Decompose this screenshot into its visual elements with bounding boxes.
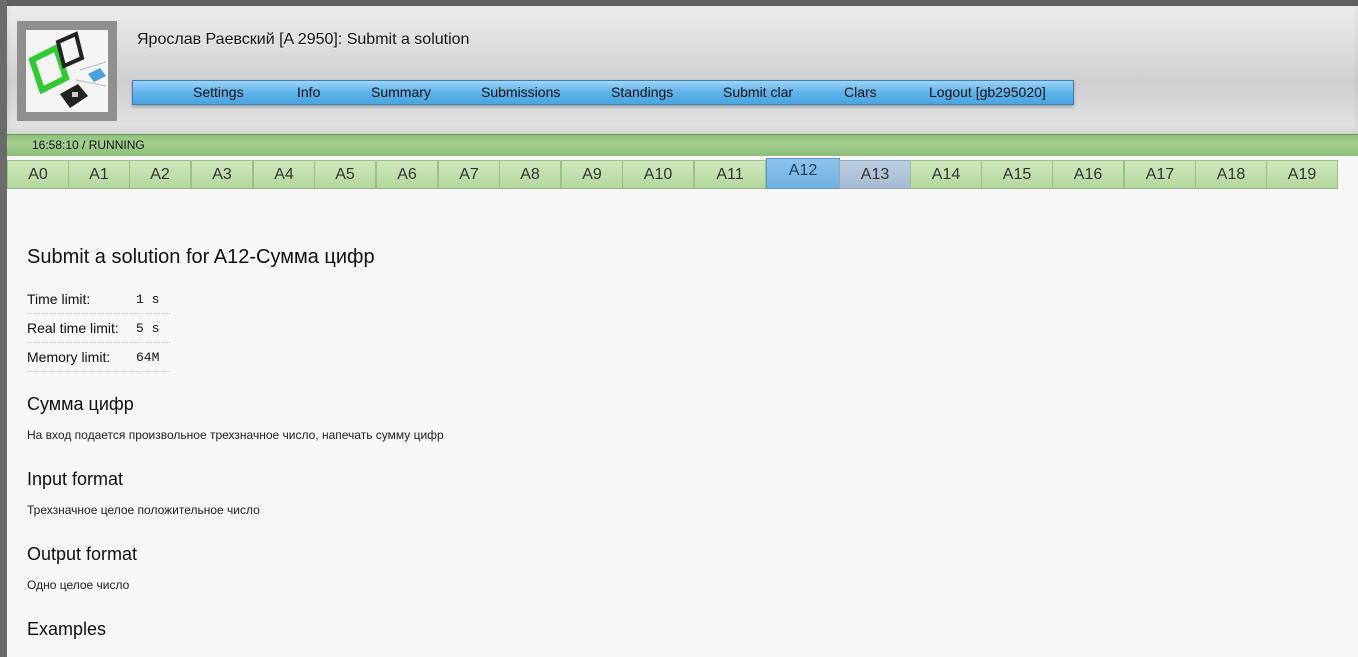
tab-a10[interactable]: A10 [622, 160, 694, 189]
examples-heading: Examples [27, 619, 107, 639]
output-format-text: Одно целое число [27, 578, 130, 592]
tab-a8[interactable]: A8 [499, 160, 561, 189]
tab-a14[interactable]: A14 [910, 160, 982, 189]
tab-a3[interactable]: A3 [191, 160, 253, 189]
ejudge-logo-icon [17, 21, 117, 121]
tab-a17[interactable]: A17 [1124, 160, 1196, 189]
menu-logout[interactable]: Logout [gb295020] [929, 84, 1046, 100]
window-left-border [0, 0, 7, 657]
menu-info[interactable]: Info [297, 84, 320, 100]
problem-tabs: A0 A1 A2 A3 A4 A5 A6 A7 A8 A9 A10 A11 A1… [7, 158, 1358, 190]
limit-label: Real time limit: [27, 313, 136, 343]
limits-table: Time limit: 1 s Real time limit: 5 s Mem… [27, 285, 170, 372]
menu-submit-clar[interactable]: Submit clar [723, 84, 793, 100]
limit-value: 1 s [136, 285, 170, 314]
tab-a13[interactable]: A13 [839, 160, 911, 189]
status-bar: 16:58:10 / RUNNING [7, 134, 1358, 156]
tab-a15[interactable]: A15 [981, 160, 1053, 189]
tab-a19[interactable]: A19 [1266, 160, 1338, 189]
menu-standings[interactable]: Standings [611, 84, 673, 100]
menu-clars[interactable]: Clars [844, 84, 877, 100]
menu-settings[interactable]: Settings [193, 84, 244, 100]
menu-summary[interactable]: Summary [371, 84, 431, 100]
output-format-heading: Output format [27, 544, 138, 564]
tab-a7[interactable]: A7 [438, 160, 500, 189]
limit-row: Real time limit: 5 s [27, 313, 170, 343]
limit-value: 5 s [136, 313, 170, 343]
tab-a16[interactable]: A16 [1052, 160, 1124, 189]
tab-a6[interactable]: A6 [376, 160, 438, 189]
limit-label: Memory limit: [27, 342, 136, 372]
tab-a11[interactable]: A11 [694, 160, 766, 189]
limit-row: Memory limit: 64M [27, 342, 170, 372]
tab-a4[interactable]: A4 [253, 160, 315, 189]
page-title: Ярослав Раевский [A 2950]: Submit a solu… [137, 31, 470, 48]
limit-label: Time limit: [27, 285, 136, 314]
input-format-heading: Input format [27, 469, 124, 489]
tab-a1[interactable]: A1 [68, 160, 130, 189]
tab-a18[interactable]: A18 [1195, 160, 1267, 189]
problem-statement: На вход подается произвольное трехзначно… [27, 428, 444, 442]
main-menu: Settings Info Summary Submissions Standi… [132, 80, 1074, 105]
contest-status: 16:58:10 / RUNNING [32, 138, 145, 152]
problem-heading: Submit a solution for A12-Сумма цифр [27, 246, 375, 268]
tab-a2[interactable]: A2 [129, 160, 191, 189]
input-format-text: Трехзначное целое положительное число [27, 503, 260, 517]
tab-a5[interactable]: A5 [314, 160, 376, 189]
menu-submissions[interactable]: Submissions [481, 84, 560, 100]
limit-value: 64M [136, 342, 170, 372]
tab-a12-active[interactable]: A12 [766, 158, 840, 189]
page-header: Ярослав Раевский [A 2950]: Submit a solu… [7, 6, 1358, 134]
limit-row: Time limit: 1 s [27, 285, 170, 314]
problem-name-heading: Сумма цифр [27, 394, 134, 414]
tab-a0[interactable]: A0 [7, 160, 69, 189]
tab-a9[interactable]: A9 [561, 160, 623, 189]
